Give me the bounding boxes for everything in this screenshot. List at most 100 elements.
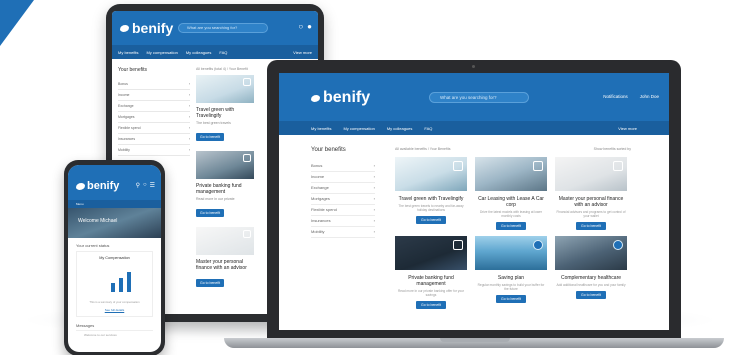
laptop-sidebar-item[interactable]: Exchange › bbox=[311, 183, 375, 194]
notifications-link[interactable]: Notifications bbox=[603, 94, 628, 99]
gear-icon bbox=[613, 161, 623, 171]
phone-logo[interactable]: benify bbox=[76, 180, 119, 192]
camera-icon bbox=[453, 161, 463, 171]
tablet-sidebar-item[interactable]: Mortgages › bbox=[118, 112, 190, 123]
search-icon[interactable]: ⚲ bbox=[136, 182, 140, 189]
go-to-benefit-button[interactable]: Go to benefit bbox=[496, 222, 526, 230]
card-desc: The best green travels to nearby and far… bbox=[398, 204, 464, 212]
laptop-nav-item[interactable]: My compensation bbox=[343, 126, 374, 131]
bell-icon[interactable]: ○ bbox=[143, 182, 147, 189]
laptop-nav-item[interactable]: FAQ bbox=[424, 126, 432, 131]
health-icon bbox=[613, 240, 623, 250]
tablet-nav-item[interactable]: My benefits bbox=[118, 50, 138, 55]
tablet-sidebar-item[interactable]: Flexible spend › bbox=[118, 123, 190, 134]
card-title: Private banking fund management bbox=[408, 275, 454, 287]
bird-logo-icon bbox=[120, 24, 129, 32]
benefit-grid: Travel green with Travelingify The best … bbox=[395, 157, 631, 309]
tablet-sidebar-item[interactable]: Mobility › bbox=[118, 145, 190, 156]
card-title: Travel green with Travelingify bbox=[398, 196, 464, 202]
card-desc: Read more in our private banking offer f… bbox=[397, 289, 465, 297]
phone-hero: Welcome Michael bbox=[68, 208, 161, 238]
phone-device: benify ⚲ ○ ☰ Menu Welcome Michael Your c… bbox=[64, 160, 165, 355]
laptop-sidebar-item[interactable]: Mortgages › bbox=[311, 194, 375, 205]
laptop-breadcrumb: All available benefits / Your Benefits bbox=[395, 147, 451, 151]
tablet-sidebar: Your benefits Bonus › Income › Exchange › M… bbox=[118, 67, 190, 156]
laptop-sidebar-item[interactable]: Flexible spend › bbox=[311, 205, 375, 216]
laptop-sidebar-item[interactable]: Bonus › bbox=[311, 161, 375, 172]
go-to-benefit-button[interactable]: Go to benefit bbox=[576, 291, 606, 299]
go-to-benefit-button[interactable]: Go to benefit bbox=[416, 216, 446, 224]
laptop-search-input[interactable]: What are you searching for? bbox=[429, 92, 529, 103]
benefit-card: Private banking fund management Read mor… bbox=[395, 236, 467, 309]
tablet-sidebar-item[interactable]: Bonus › bbox=[118, 79, 190, 90]
user-icon[interactable]: ● bbox=[307, 22, 312, 31]
tablet-logo[interactable]: benify bbox=[120, 20, 173, 36]
camera-icon bbox=[243, 78, 251, 86]
messages-title: Messages bbox=[76, 323, 95, 328]
tablet-header: benify What are you searching for? ○ ● bbox=[112, 11, 318, 45]
card-desc: Drive the latest models with leasing at … bbox=[479, 210, 542, 218]
laptop-logo-text: benify bbox=[323, 89, 371, 106]
phone-logo-text: benify bbox=[87, 180, 120, 192]
card-image bbox=[475, 236, 547, 270]
laptop-nav-item[interactable]: My benefits bbox=[311, 126, 331, 131]
compensation-bar bbox=[119, 278, 123, 292]
compensation-note: This is a summary of your compensation bbox=[89, 300, 140, 304]
laptop-crumbs: All available benefits / Your Benefits S… bbox=[395, 147, 631, 151]
go-to-benefit-button[interactable]: Go to benefit bbox=[196, 133, 225, 141]
go-to-benefit-button[interactable]: Go to benefit bbox=[576, 222, 606, 230]
laptop-main: All available benefits / Your Benefits S… bbox=[395, 147, 631, 309]
tablet-sidebar-item[interactable]: Income › bbox=[118, 90, 190, 101]
go-to-benefit-button[interactable]: Go to benefit bbox=[416, 301, 446, 309]
brand-corner-accent bbox=[0, 0, 34, 46]
laptop-nav: My benefits My compensation My colleague… bbox=[279, 121, 669, 135]
phone-hero-text: Welcome Michael bbox=[78, 218, 118, 224]
benefit-card: Master your personal finance with an adv… bbox=[555, 157, 627, 230]
user-menu[interactable]: John Doe bbox=[640, 94, 659, 99]
phone-section-title: Your current status bbox=[76, 243, 110, 248]
card-image bbox=[196, 75, 254, 103]
laptop-logo[interactable]: benify bbox=[311, 89, 370, 107]
laptop-nav-item[interactable]: My colleagues bbox=[387, 126, 413, 131]
laptop-sidebar-item[interactable]: Insurances › bbox=[311, 216, 375, 227]
message-row[interactable]: Welcome to our services bbox=[76, 330, 153, 339]
bird-logo-icon bbox=[311, 94, 320, 102]
tablet-nav-item[interactable]: My compensation bbox=[146, 50, 177, 55]
menu-icon[interactable]: ☰ bbox=[150, 182, 155, 189]
card-desc: Add additional healthcare for you and yo… bbox=[556, 283, 626, 287]
laptop-screen: benify What are you searching for? Notif… bbox=[279, 73, 669, 330]
tablet-sidebar-item[interactable]: Exchange › bbox=[118, 101, 190, 112]
card-desc: Regular monthly savings to build your bu… bbox=[477, 283, 545, 291]
card-image bbox=[395, 157, 467, 191]
tablet-nav-item[interactable]: My colleagues bbox=[186, 50, 212, 55]
card-title: Private banking fund management bbox=[196, 183, 242, 195]
sort-control[interactable]: Show benefits sorted by bbox=[594, 147, 631, 151]
tablet-nav-more[interactable]: View more bbox=[293, 50, 312, 55]
benefit-card: Car Leasing with Lease A Car corp Drive … bbox=[475, 157, 547, 230]
tablet-logo-text: benify bbox=[132, 20, 174, 36]
tablet-search-input[interactable]: What are you searching for? bbox=[178, 23, 268, 33]
tablet-nav-item[interactable]: FAQ bbox=[219, 50, 227, 55]
phone-subnav[interactable]: Menu bbox=[68, 200, 161, 208]
go-to-benefit-button[interactable]: Go to benefit bbox=[196, 279, 225, 287]
card-title: Saving plan bbox=[497, 275, 525, 281]
chart-icon bbox=[453, 240, 463, 250]
card-title: Complementary healthcare bbox=[560, 275, 622, 281]
go-to-benefit-button[interactable]: Go to benefit bbox=[196, 209, 225, 217]
phone-header-icons: ⚲ ○ ☰ bbox=[136, 182, 155, 189]
tablet-sidebar-item[interactable]: Insurances › bbox=[118, 134, 190, 145]
laptop-sidebar-item[interactable]: Mobility › bbox=[311, 227, 375, 238]
laptop-sidebar: Your benefits Bonus › Income › Exchange › M… bbox=[311, 147, 375, 238]
laptop-header: benify What are you searching for? Notif… bbox=[279, 73, 669, 121]
card-image bbox=[395, 236, 467, 270]
piggy-bank-icon bbox=[533, 240, 543, 250]
phone-screen: benify ⚲ ○ ☰ Menu Welcome Michael Your c… bbox=[68, 165, 161, 352]
laptop-nav-more[interactable]: View more bbox=[618, 126, 637, 131]
laptop-sidebar-item[interactable]: Income › bbox=[311, 172, 375, 183]
laptop-header-right: Notifications John Doe bbox=[603, 94, 659, 99]
go-to-benefit-button[interactable]: Go to benefit bbox=[496, 295, 526, 303]
tablet-header-icons: ○ ● bbox=[298, 22, 312, 31]
see-full-details-link[interactable]: See full details bbox=[77, 308, 152, 312]
car-icon bbox=[533, 161, 543, 171]
bell-icon[interactable]: ○ bbox=[298, 22, 303, 31]
